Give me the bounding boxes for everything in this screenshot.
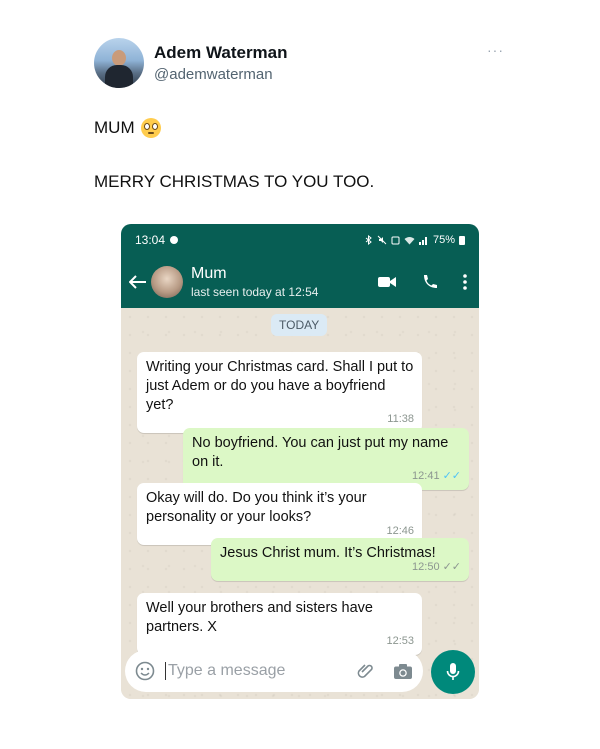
message-text: Jesus Christ mum. It’s Christmas! [220,545,436,561]
menu-dots-icon[interactable] [463,273,467,291]
message-bubble-outgoing[interactable]: Jesus Christ mum. It’s Christmas! 12:50 ✓… [211,538,469,581]
microphone-button[interactable] [431,650,475,694]
avatar[interactable] [94,38,144,88]
microphone-icon [446,663,460,680]
status-bar: 13:04 75% [121,224,479,256]
flushed-face-icon [140,118,161,138]
notification-dot-icon [170,236,179,244]
message-text: Okay will do. Do you think it’s your per… [146,490,367,525]
alarm-icon [391,236,400,245]
message-bubble-incoming[interactable]: Well your brothers and sisters have part… [137,593,422,655]
emoji-icon[interactable] [135,661,155,681]
message-time: 12:53 [386,635,414,647]
back-arrow-icon[interactable] [129,275,147,289]
date-chip: TODAY [271,314,328,336]
signal-icon [418,236,427,245]
message-bubble-incoming[interactable]: Writing your Christmas card. Shall I put… [137,352,422,433]
bluetooth-icon [365,235,372,245]
battery-level: 75% [432,234,455,246]
tweet-text-line1: MUM [94,118,161,138]
video-call-icon[interactable] [377,275,397,289]
message-time: 11:38 [387,413,414,425]
tweet-text: MUM [94,118,135,137]
battery-icon [459,235,465,245]
mute-icon [377,235,387,245]
tweet-text-line2: MERRY CHRISTMAS TO YOU TOO. [94,172,375,191]
message-text: No boyfriend. You can just put my name o… [192,435,449,470]
message-text: Writing your Christmas card. Shall I put… [146,359,414,413]
display-name[interactable]: Adem Waterman [154,43,288,63]
user-handle[interactable]: @ademwaterman [154,66,288,83]
read-receipt-icon: ✓✓ [442,470,461,482]
message-time: 12:50 [412,561,440,573]
contact-info[interactable]: Mum last seen today at 12:54 [191,265,318,299]
camera-icon[interactable] [393,663,413,680]
contact-avatar[interactable] [151,266,183,298]
whatsapp-screenshot: 13:04 75% Mum last seen today at 12:54 T… [121,224,479,699]
message-bubble-outgoing[interactable]: No boyfriend. You can just put my name o… [183,428,469,490]
message-text: Well your brothers and sisters have part… [146,600,374,635]
last-seen-status: last seen today at 12:54 [191,285,319,299]
message-input-bar[interactable]: Type a message [125,650,423,692]
delivered-receipt-icon: ✓✓ [442,561,461,573]
message-bubble-incoming[interactable]: Okay will do. Do you think it’s your per… [137,483,422,545]
contact-name: Mum [191,265,227,282]
attach-icon[interactable] [357,662,375,680]
status-time: 13:04 [135,233,166,247]
message-input[interactable]: Type a message [165,662,357,680]
more-options-icon[interactable]: ··· [487,42,504,58]
phone-call-icon[interactable] [421,273,439,291]
tweet-header: Adem Waterman @ademwaterman [94,38,288,88]
chat-header: Mum last seen today at 12:54 [121,256,479,308]
wifi-icon [404,236,415,244]
